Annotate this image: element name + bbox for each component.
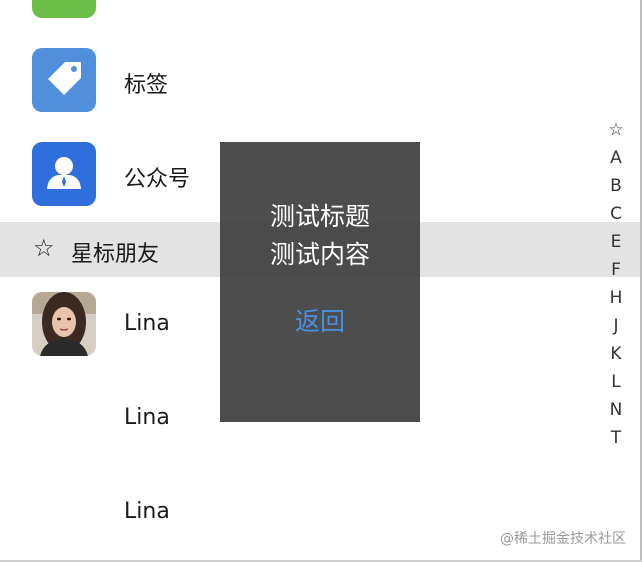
index-item-b[interactable]: B	[604, 172, 628, 200]
dialog-title: 测试标题	[269, 202, 370, 231]
app-icon-partial	[32, 0, 96, 18]
tag-icon	[32, 48, 96, 112]
star-outline-icon: ☆	[33, 234, 55, 262]
index-item-a[interactable]: A	[604, 144, 628, 172]
index-item-j[interactable]: J	[604, 312, 628, 340]
index-item-f[interactable]: F	[604, 256, 628, 284]
alert-dialog: 测试标题 测试内容 返回	[220, 142, 420, 422]
index-item-k[interactable]: K	[604, 340, 628, 368]
section-title: 星标朋友	[71, 242, 160, 267]
list-item-label: 标签	[124, 73, 169, 98]
index-item-h[interactable]: H	[604, 284, 628, 312]
contact-name: Lina	[124, 499, 170, 524]
index-item-l[interactable]: L	[604, 368, 628, 396]
index-item-n[interactable]: N	[604, 396, 628, 424]
contact-name: Lina	[124, 405, 170, 430]
index-item-c[interactable]: C	[604, 200, 628, 228]
person-icon	[32, 142, 96, 206]
contacts-screen: 标签 公众号 ☆ 星标朋友 Lina Lina Lina ☆ A B C E F…	[0, 0, 642, 562]
alphabet-index-bar[interactable]: ☆ A B C E F H J K L N T	[604, 116, 628, 452]
back-button[interactable]: 返回	[270, 302, 370, 342]
watermark: @稀土掘金技术社区	[500, 531, 626, 547]
index-item-t[interactable]: T	[604, 424, 628, 452]
dialog-content: 测试内容	[269, 240, 370, 269]
list-item-tags[interactable]: 标签	[0, 33, 640, 127]
avatar	[32, 292, 96, 356]
index-item-e[interactable]: E	[604, 228, 628, 256]
index-item-star[interactable]: ☆	[604, 116, 628, 144]
list-item-label: 公众号	[124, 167, 191, 192]
contact-name: Lina	[124, 311, 170, 336]
